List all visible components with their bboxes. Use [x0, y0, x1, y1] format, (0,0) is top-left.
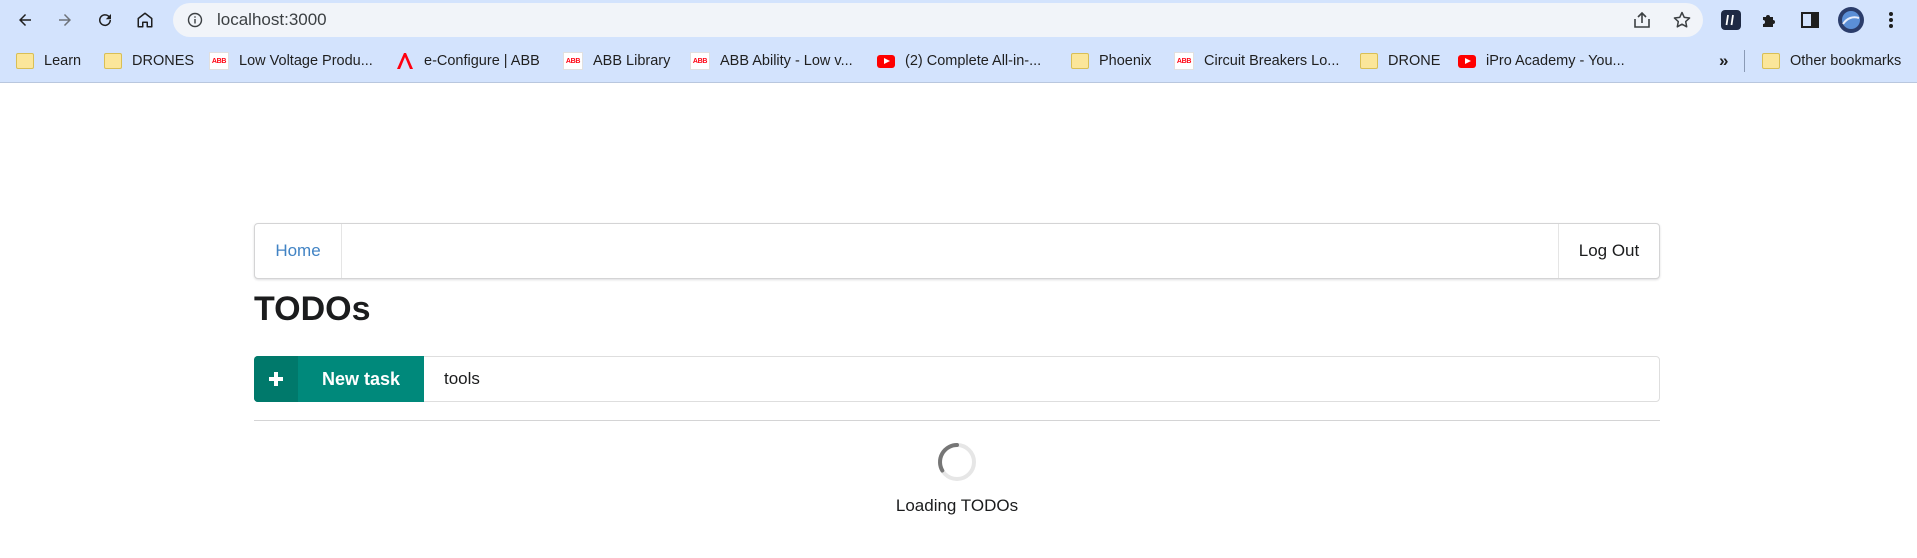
bookmark-e-configure[interactable]: e-Configure | ABB: [396, 49, 540, 73]
youtube-icon: [1458, 54, 1476, 68]
forward-button[interactable]: [51, 6, 79, 34]
plus-icon: [254, 356, 298, 402]
bookmark-phoenix[interactable]: Phoenix: [1071, 49, 1151, 73]
abb-icon: ABB: [1174, 52, 1194, 70]
browser-toolbar: localhost:3000: [0, 0, 1917, 40]
nav-home-link[interactable]: Home: [255, 224, 342, 278]
arrow-right-icon: [59, 14, 71, 26]
back-button[interactable]: [11, 6, 39, 34]
info-icon[interactable]: [187, 12, 203, 28]
extension-icon[interactable]: [1717, 6, 1745, 34]
folder-icon: [16, 53, 34, 69]
url-text[interactable]: localhost:3000: [217, 10, 327, 30]
abb-icon: ABB: [690, 52, 710, 70]
folder-icon: [1071, 53, 1089, 69]
profile-avatar[interactable]: [1837, 6, 1865, 34]
folder-icon: [1360, 53, 1378, 69]
bookmark-ipro-academy[interactable]: iPro Academy - You...: [1458, 49, 1625, 73]
other-bookmarks[interactable]: Other bookmarks: [1762, 49, 1901, 73]
bookmark-drones[interactable]: DRONES: [104, 49, 194, 73]
top-menu: Home Log Out: [254, 223, 1660, 279]
task-input[interactable]: [425, 357, 1655, 401]
bookmark-learn[interactable]: Learn: [16, 49, 81, 73]
reload-button[interactable]: [91, 6, 119, 34]
bookmark-complete-all-in[interactable]: (2) Complete All-in-...: [877, 49, 1041, 73]
side-panel-icon[interactable]: [1796, 6, 1824, 34]
address-bar[interactable]: localhost:3000: [173, 3, 1703, 37]
abb-icon: ABB: [209, 52, 229, 70]
bookmark-abb-library[interactable]: ABB ABB Library: [563, 49, 670, 73]
bookmark-circuit-breakers[interactable]: ABB Circuit Breakers Lo...: [1174, 49, 1339, 73]
divider: [254, 420, 1660, 421]
bookmarks-separator: [1744, 50, 1745, 72]
kebab-menu-icon[interactable]: [1877, 6, 1905, 34]
more-bookmarks-button[interactable]: »: [1719, 49, 1728, 73]
star-icon[interactable]: [1671, 9, 1693, 31]
share-icon[interactable]: [1631, 9, 1653, 31]
page-title: TODOs: [254, 290, 371, 328]
loading-text: Loading TODOs: [895, 496, 1019, 515]
abb-a-icon: [397, 53, 413, 69]
bookmark-abb-ability[interactable]: ABB ABB Ability - Low v...: [690, 49, 853, 73]
new-task-label: New task: [321, 368, 401, 389]
youtube-icon: [877, 54, 895, 68]
new-task-button[interactable]: New task: [254, 356, 424, 402]
new-task-form: New task: [254, 356, 1660, 402]
bookmark-drone[interactable]: DRONE: [1360, 49, 1440, 73]
puzzle-icon[interactable]: [1756, 6, 1784, 34]
loading-spinner-icon: [938, 443, 976, 481]
reload-icon: [99, 14, 112, 27]
arrow-left-icon: [19, 14, 31, 26]
bookmarks-bar: Learn DRONES ABB Low Voltage Produ... e-…: [0, 40, 1917, 83]
home-icon: [137, 12, 153, 28]
folder-icon: [1762, 53, 1780, 69]
folder-icon: [104, 53, 122, 69]
abb-icon: ABB: [563, 52, 583, 70]
bookmark-low-voltage[interactable]: ABB Low Voltage Produ...: [209, 49, 373, 73]
home-button[interactable]: [131, 6, 159, 34]
logout-button[interactable]: Log Out: [1558, 224, 1659, 278]
